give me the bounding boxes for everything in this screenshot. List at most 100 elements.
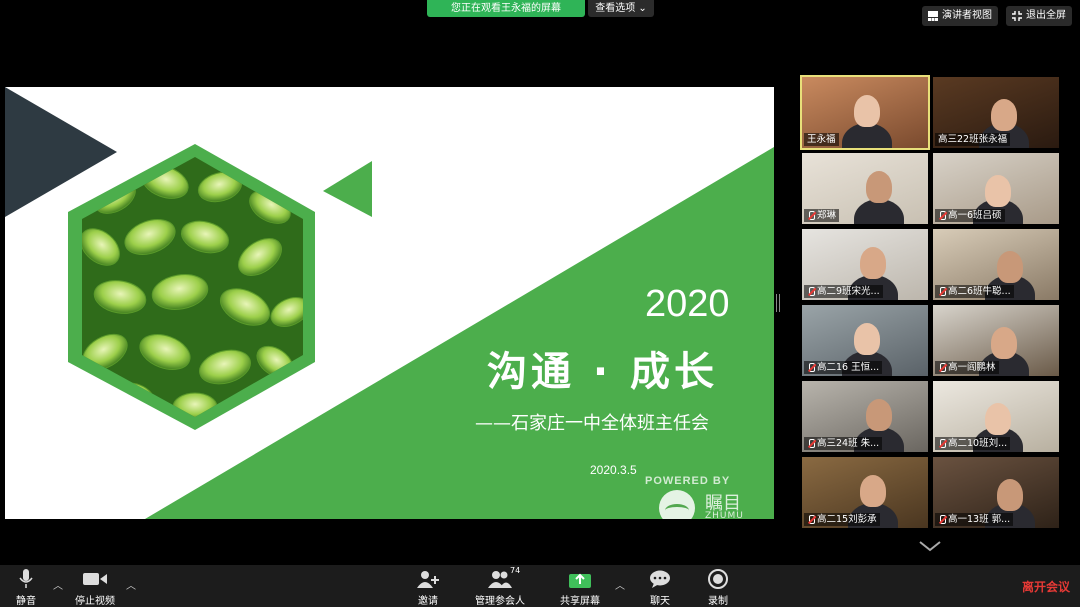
audio-options-caret-icon[interactable]: ︿ — [53, 577, 63, 592]
stop-video-button[interactable]: 停止视频 — [65, 569, 125, 607]
participant-name-label: 郑琳 — [804, 209, 840, 222]
sharing-banner: 您正在观看王永福的屏幕 — [427, 0, 585, 17]
participant-name-label: 高三24班 朱... — [804, 437, 883, 450]
invite-person-icon — [417, 571, 439, 588]
participant-name-text: 郑琳 — [817, 210, 837, 221]
participant-name-text: 高二15刘彭承 — [817, 514, 877, 525]
view-options-button[interactable]: 查看选项 ⌄ — [588, 0, 654, 17]
microphone-muted-icon — [807, 515, 815, 524]
participant-name-label: 高一阎鹏林 — [935, 361, 999, 374]
participant-video-tile[interactable]: 高一阎鹏林 — [933, 305, 1059, 376]
microphone-muted-icon — [807, 211, 815, 220]
participant-name-text: 高二10班刘... — [948, 438, 1008, 449]
powered-by-label: POWERED BY — [645, 475, 731, 487]
participant-face — [997, 251, 1023, 283]
invite-button[interactable]: 邀请 — [398, 569, 458, 607]
participant-name-text: 高二9班宋光... — [817, 286, 880, 297]
chat-label: 聊天 — [650, 596, 670, 607]
slide-year: 2020 — [645, 283, 730, 325]
participant-name-label: 高二15刘彭承 — [804, 513, 880, 526]
microphone-muted-icon — [807, 363, 815, 372]
microphone-muted-icon — [938, 439, 946, 448]
speaker-view-label: 演讲者视图 — [942, 10, 992, 21]
participant-name-text: 高三22班张永福 — [938, 134, 1008, 145]
mute-button[interactable]: 静音 — [0, 569, 56, 607]
participant-video-tile[interactable]: 高二6班牛聪... — [933, 229, 1059, 300]
video-camera-icon — [83, 573, 107, 585]
participant-video-tile[interactable]: 高一6班吕硕 — [933, 153, 1059, 224]
participant-face — [991, 327, 1017, 359]
zhumu-brand-en: ZHUMU — [705, 511, 744, 519]
slide-title: 沟通 · 成长 — [487, 349, 719, 395]
leave-meeting-button[interactable]: 离开会议 — [1022, 578, 1070, 595]
participant-name-text: 高一6班吕硕 — [948, 210, 1002, 221]
participant-video-tile[interactable]: 高三24班 朱... — [802, 381, 928, 452]
record-button[interactable]: 录制 — [688, 569, 748, 607]
participant-name-label: 高三22班张永福 — [935, 133, 1011, 146]
share-screen-button[interactable]: 共享屏幕 — [550, 569, 610, 607]
participant-name-text: 高一13班 郭... — [948, 514, 1011, 525]
participant-video-tile[interactable]: 高二15刘彭承 — [802, 457, 928, 528]
shared-screen-slide: 2020 沟通 · 成长 ——石家庄一中全体班主任会 2020.3.5 POWE… — [5, 87, 774, 519]
participant-name-label: 高一6班吕硕 — [935, 209, 1005, 222]
panel-resize-handle[interactable] — [776, 294, 780, 312]
participant-video-tile[interactable]: 高一13班 郭... — [933, 457, 1059, 528]
participant-video-tile[interactable]: 郑琳 — [802, 153, 928, 224]
slide-subtitle: ——石家庄一中全体班主任会 — [475, 413, 709, 434]
stop-video-label: 停止视频 — [75, 596, 115, 607]
participant-name-label: 高二6班牛聪... — [935, 285, 1014, 298]
exit-fullscreen-icon — [1012, 11, 1022, 21]
microphone-muted-icon — [938, 211, 946, 220]
record-icon — [708, 569, 728, 589]
participant-face — [860, 247, 886, 279]
participant-face — [866, 399, 892, 431]
participant-name-text: 高一阎鹏林 — [948, 362, 996, 373]
participant-name-text: 高二16 王恒... — [817, 362, 880, 373]
participant-video-tile[interactable]: 高二9班宋光... — [802, 229, 928, 300]
microphone-muted-icon — [938, 363, 946, 372]
participant-face — [854, 323, 880, 355]
participant-name-label: 高一13班 郭... — [935, 513, 1014, 526]
share-options-caret-icon[interactable]: ︿ — [615, 577, 625, 592]
microphone-icon — [19, 569, 33, 588]
participant-name-label: 高二9班宋光... — [804, 285, 883, 298]
participant-face — [866, 171, 892, 203]
participant-face — [985, 175, 1011, 207]
participant-face — [997, 479, 1023, 511]
mute-label: 静音 — [16, 596, 36, 607]
participant-face — [854, 95, 880, 127]
manage-participants-label: 管理参会人 — [475, 596, 525, 607]
microphone-muted-icon — [807, 439, 815, 448]
record-label: 录制 — [708, 596, 728, 607]
chevron-down-icon: ⌄ — [638, 3, 647, 14]
speaker-view-button[interactable]: 演讲者视图 — [922, 6, 998, 26]
video-options-caret-icon[interactable]: ︿ — [126, 577, 136, 592]
exit-fullscreen-button[interactable]: 退出全屏 — [1006, 6, 1072, 26]
microphone-muted-icon — [938, 287, 946, 296]
participant-name-text: 高三24班 朱... — [817, 438, 880, 449]
participant-video-tile[interactable]: 高三22班张永福 — [933, 77, 1059, 148]
participant-name-label: 高二10班刘... — [935, 437, 1011, 450]
participant-video-tile[interactable]: 高二16 王恒... — [802, 305, 928, 376]
participant-video-tile[interactable]: 高二10班刘... — [933, 381, 1059, 452]
participant-name-text: 高二6班牛聪... — [948, 286, 1011, 297]
participant-video-tile[interactable]: 王永福 — [800, 75, 930, 150]
manage-participants-button[interactable]: 74 管理参会人 — [470, 566, 530, 607]
participant-count-badge: 74 — [510, 566, 521, 575]
microphone-muted-icon — [807, 287, 815, 296]
participant-name-text: 王永福 — [807, 134, 836, 145]
exit-fullscreen-label: 退出全屏 — [1026, 10, 1066, 21]
chat-button[interactable]: 聊天 — [630, 569, 690, 607]
speaker-view-icon — [928, 11, 938, 21]
participant-face — [991, 99, 1017, 131]
participant-name-label: 王永福 — [804, 133, 839, 146]
slide-date: 2020.3.5 — [590, 463, 637, 477]
chat-bubble-icon — [650, 570, 670, 588]
participants-icon — [488, 571, 512, 588]
share-screen-icon — [569, 573, 591, 588]
zhumu-logo — [659, 490, 695, 519]
share-screen-label: 共享屏幕 — [560, 596, 600, 607]
view-options-label: 查看选项 — [595, 3, 636, 14]
participant-face — [985, 403, 1011, 435]
scroll-down-chevron-icon[interactable] — [918, 540, 942, 552]
